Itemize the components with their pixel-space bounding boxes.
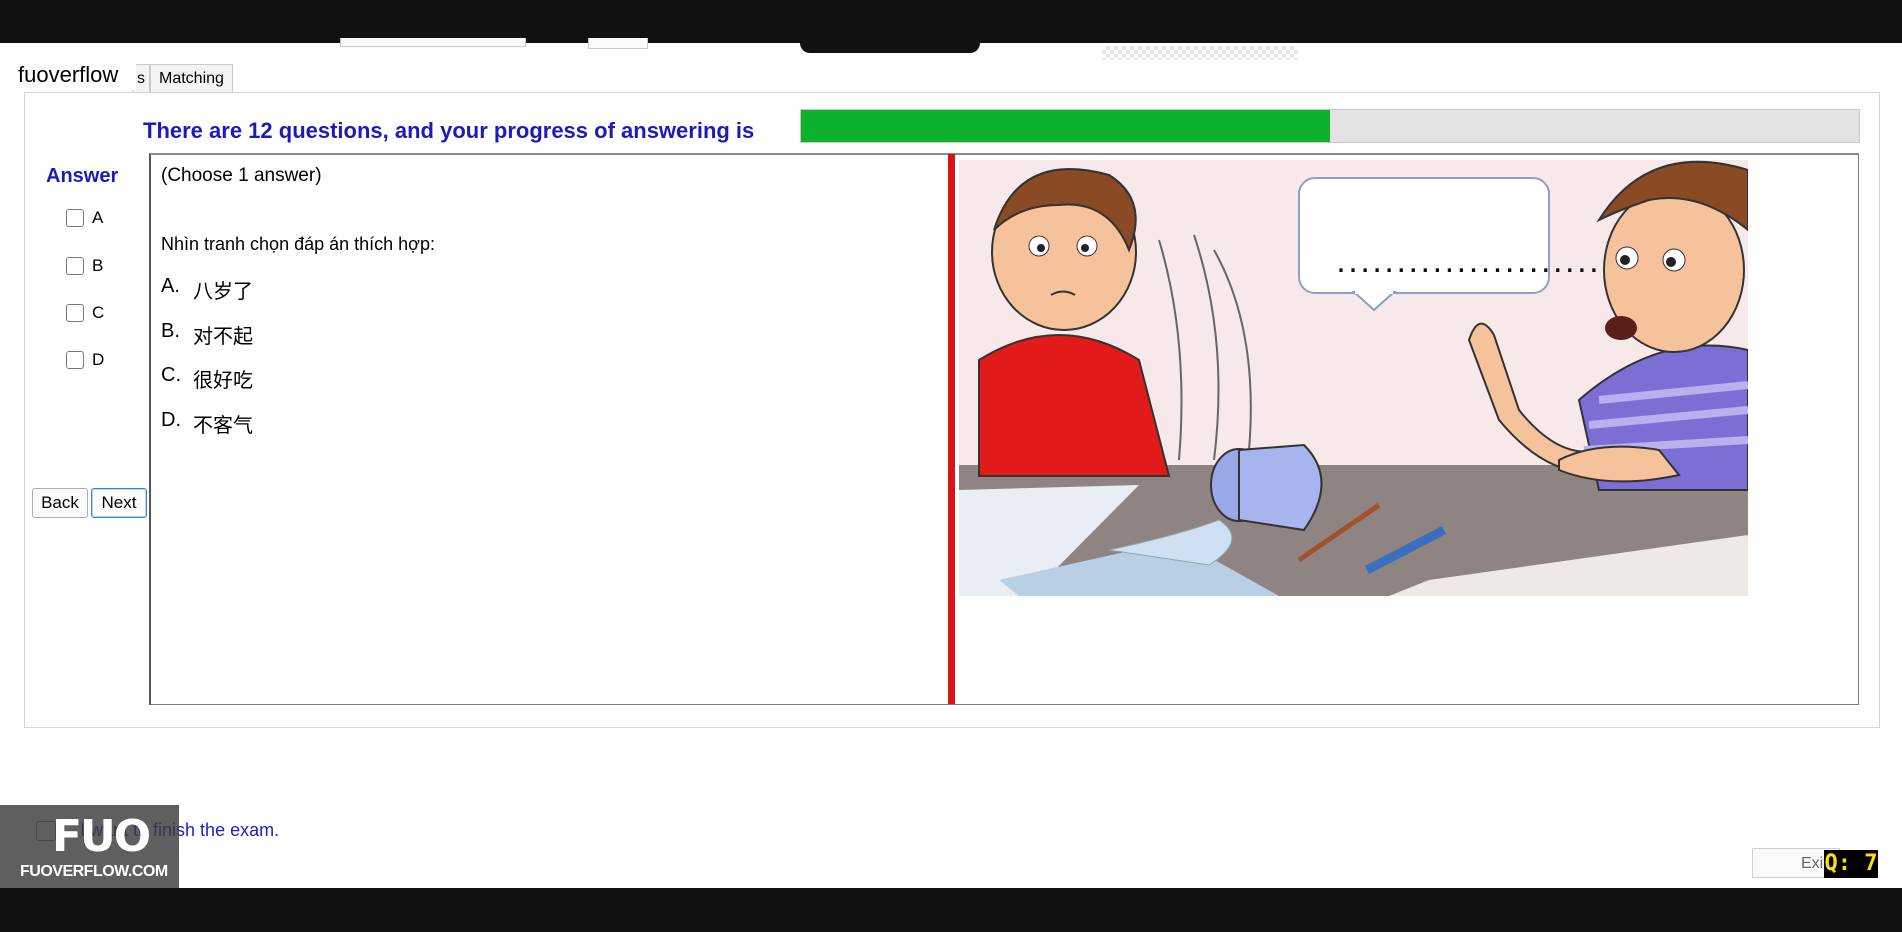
option-letter: D. xyxy=(161,409,181,431)
tab-strip: s Matching xyxy=(132,64,233,93)
top-combo-fragment xyxy=(340,38,526,47)
back-button[interactable]: Back xyxy=(32,488,88,518)
answer-option-label: C xyxy=(92,303,105,322)
answer-option-d[interactable]: D xyxy=(66,350,104,370)
question-option-a: A. 八岁了 xyxy=(161,275,253,304)
answer-title: Answer xyxy=(46,165,119,187)
question-meta: (Choose 1 answer) xyxy=(161,165,322,186)
progress-text: There are 12 questions, and your progres… xyxy=(143,118,755,143)
top-black-bar xyxy=(0,0,1902,43)
option-text: 不客气 xyxy=(193,415,253,437)
illustration-drawing: ...................... xyxy=(959,160,1748,596)
exam-code-fragment xyxy=(800,43,980,53)
speech-bubble-text: ...................... xyxy=(1335,253,1600,277)
watermark-logo: FUO FUOVERFLOW.COM xyxy=(0,805,179,888)
answer-option-label: A xyxy=(92,208,104,227)
logo-mark: FUO xyxy=(52,811,151,862)
option-letter: C. xyxy=(161,364,181,386)
question-number-badge: Q: 7 xyxy=(1824,850,1878,878)
next-button[interactable]: Next xyxy=(91,488,147,518)
option-text: 八岁了 xyxy=(193,281,253,303)
answer-option-b[interactable]: B xyxy=(66,256,103,276)
answer-option-label: B xyxy=(92,256,104,275)
checkbox-b[interactable] xyxy=(66,257,84,275)
answer-option-c[interactable]: C xyxy=(66,303,104,323)
answer-option-a[interactable]: A xyxy=(66,208,103,228)
progress-fill xyxy=(801,110,1330,142)
splitter-divider[interactable] xyxy=(948,154,955,704)
option-letter: B. xyxy=(161,320,180,342)
bottom-black-bar xyxy=(0,888,1902,932)
site-label: fuoverflow xyxy=(0,60,137,90)
question-illustration: ...................... xyxy=(959,160,1748,596)
top-field-fragment xyxy=(588,38,648,49)
tab-matching[interactable]: Matching xyxy=(150,64,233,93)
option-text: 很好吃 xyxy=(193,370,253,392)
question-option-d: D. 不客气 xyxy=(161,409,253,438)
top-pattern-fragment xyxy=(1102,46,1298,60)
question-option-c: C. 很好吃 xyxy=(161,364,253,393)
logo-text: FUOVERFLOW.COM xyxy=(20,863,168,880)
checkbox-d[interactable] xyxy=(66,351,84,369)
answer-option-label: D xyxy=(92,350,105,369)
progress-bar xyxy=(800,109,1860,143)
checkbox-c[interactable] xyxy=(66,304,84,322)
question-option-b: B. 对不起 xyxy=(161,320,253,349)
question-prompt: Nhìn tranh chọn đáp án thích hợp: xyxy=(161,234,435,254)
option-letter: A. xyxy=(161,275,180,297)
option-text: 对不起 xyxy=(193,326,253,348)
checkbox-a[interactable] xyxy=(66,209,84,227)
